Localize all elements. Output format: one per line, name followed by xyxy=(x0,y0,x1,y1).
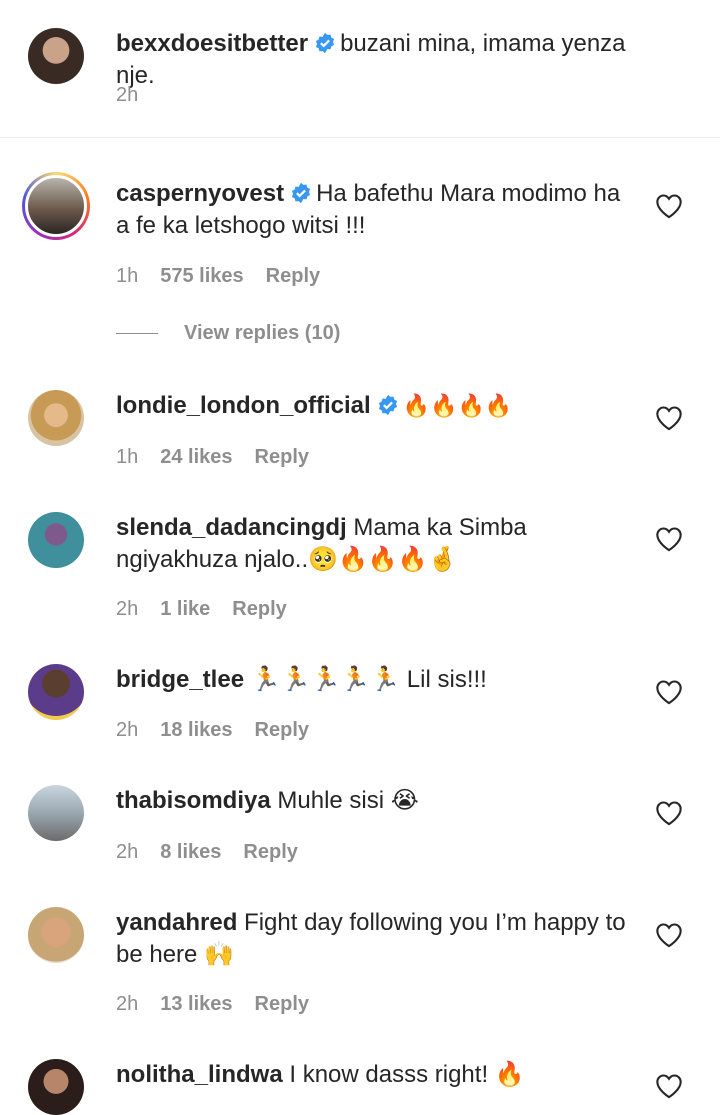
avatar[interactable] xyxy=(28,664,84,720)
avatar[interactable] xyxy=(28,28,84,84)
heart-icon[interactable] xyxy=(655,1073,683,1099)
username[interactable]: slenda_dadancingdj xyxy=(116,514,347,541)
comment-text: 🏃🏃🏃🏃🏃 Lil sis!!! xyxy=(250,666,487,693)
comment-meta: 2h 8 likes Reply xyxy=(116,841,320,864)
heart-icon[interactable] xyxy=(655,679,683,705)
reply-button[interactable]: Reply xyxy=(232,598,286,620)
username[interactable]: yandahred xyxy=(116,909,237,936)
likes-count[interactable]: 24 likes xyxy=(160,446,232,468)
replies-divider-line xyxy=(116,333,158,335)
reply-button[interactable]: Reply xyxy=(255,993,309,1015)
username[interactable]: bridge_tlee xyxy=(116,666,244,693)
avatar[interactable] xyxy=(22,172,90,240)
comment-meta: 2h 18 likes Reply xyxy=(116,719,331,742)
username[interactable]: londie_london_official xyxy=(116,392,371,419)
likes-count[interactable]: 18 likes xyxy=(160,719,232,741)
view-replies-label: View replies (10) xyxy=(184,322,341,344)
comment-time: 2h xyxy=(116,84,139,106)
comment-time: 2h xyxy=(116,993,139,1015)
comment-body: caspernyovest Ha bafethu Mara modimo ha a… xyxy=(116,178,640,242)
avatar[interactable] xyxy=(28,512,84,568)
comment-body: londie_london_official 🔥🔥🔥🔥 xyxy=(116,390,640,423)
reply-button[interactable]: Reply xyxy=(255,446,309,468)
reply-button[interactable]: Reply xyxy=(243,841,297,863)
divider xyxy=(0,137,720,138)
avatar[interactable] xyxy=(28,390,84,446)
comment-time: 2h xyxy=(116,598,139,620)
comment-text: I know dasss right! 🔥 xyxy=(289,1061,525,1088)
heart-icon[interactable] xyxy=(655,800,683,826)
likes-count[interactable]: 575 likes xyxy=(160,265,243,287)
avatar[interactable] xyxy=(28,907,84,963)
likes-count[interactable]: 1 like xyxy=(160,598,210,620)
comment-text: Muhle sisi 😭 xyxy=(277,787,419,814)
heart-icon[interactable] xyxy=(655,526,683,552)
avatar[interactable] xyxy=(28,785,84,841)
comment-body: thabisomdiya Muhle sisi 😭 xyxy=(116,785,640,817)
heart-icon[interactable] xyxy=(655,405,683,431)
comment-body: bexxdoesitbetter buzani mina, imama yenza… xyxy=(116,28,640,92)
comment-meta: 2h xyxy=(116,84,160,107)
comment-time: 1h xyxy=(116,446,139,468)
username[interactable]: thabisomdiya xyxy=(116,787,271,814)
reply-button[interactable]: Reply xyxy=(255,719,309,741)
heart-icon[interactable] xyxy=(655,193,683,219)
heart-icon[interactable] xyxy=(655,922,683,948)
comment-meta: 2h 1 like Reply xyxy=(116,598,309,621)
verified-badge-icon xyxy=(292,182,311,204)
comment-time: 1h xyxy=(116,265,139,287)
verified-badge-icon xyxy=(378,394,397,416)
comment-body: bridge_tlee 🏃🏃🏃🏃🏃 Lil sis!!! xyxy=(116,664,640,696)
comment-meta: 1h 24 likes Reply xyxy=(116,446,331,469)
username[interactable]: bexxdoesitbetter xyxy=(116,30,308,57)
likes-count[interactable]: 8 likes xyxy=(160,841,221,863)
comment-body: yandahred Fight day following you I’m ha… xyxy=(116,907,640,971)
comment-time: 2h xyxy=(116,719,139,741)
comment-meta: 1h 575 likes Reply xyxy=(116,265,342,288)
verified-badge-icon xyxy=(315,32,335,54)
username[interactable]: caspernyovest xyxy=(116,180,284,207)
comment-meta: 2h 13 likes Reply xyxy=(116,993,331,1016)
likes-count[interactable]: 13 likes xyxy=(160,993,232,1015)
reply-button[interactable]: Reply xyxy=(266,265,320,287)
comment-time: 2h xyxy=(116,841,139,863)
comment-body: nolitha_lindwa I know dasss right! 🔥 xyxy=(116,1059,640,1091)
username[interactable]: nolitha_lindwa xyxy=(116,1061,283,1088)
comment-text: 🔥🔥🔥🔥 xyxy=(402,394,513,419)
view-replies-button[interactable]: View replies (10) xyxy=(116,322,340,345)
comment-body: slenda_dadancingdj Mama ka Simba ngiyakh… xyxy=(116,512,640,576)
